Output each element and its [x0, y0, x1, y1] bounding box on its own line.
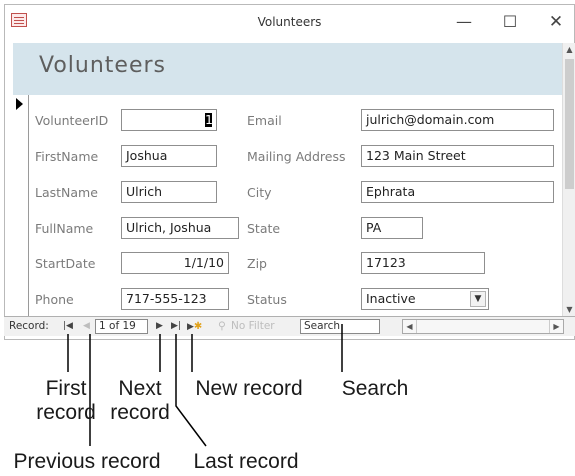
record-selector[interactable] [13, 95, 29, 317]
horizontal-scrollbar[interactable]: ◀ ▶ [402, 319, 564, 334]
status-dropdown[interactable]: Inactive ▼ [361, 288, 489, 310]
state-label: State [247, 221, 281, 236]
state-field[interactable]: PA [361, 217, 423, 239]
scroll-up-arrow-icon[interactable]: ▲ [563, 43, 575, 57]
maximize-button[interactable]: ☐ [495, 11, 525, 33]
zip-field[interactable]: 17123 [361, 252, 485, 274]
city-field[interactable]: Ephrata [361, 181, 554, 203]
email-field[interactable]: julrich@domain.com [361, 109, 554, 131]
full-name-field[interactable]: Ulrich, Joshua [121, 217, 239, 239]
new-record-icon[interactable]: ▶✱ [187, 317, 202, 336]
start-date-label: StartDate [35, 256, 96, 271]
form-header: Volunteers [13, 43, 564, 95]
vertical-scrollbar[interactable]: ▲ ▼ [562, 43, 575, 317]
first-record-caption: First record [28, 377, 104, 425]
record-navigation-bar: Record: |◀ ◀ 1 of 19 ▶ ▶| ▶✱ ⚲ No Filter… [4, 316, 575, 336]
last-name-field[interactable]: Ulrich [121, 181, 217, 203]
current-record-arrow-icon [16, 98, 23, 110]
volunteers-form-window: Volunteers — ☐ ✕ Volunteers ▲ ▼ Voluntee… [4, 4, 575, 340]
close-button[interactable]: ✕ [541, 11, 571, 33]
start-date-field[interactable]: 1/1/10 [121, 252, 229, 274]
scroll-left-arrow-icon[interactable]: ◀ [403, 320, 417, 333]
previous-record-caption: Previous record [13, 450, 161, 473]
previous-record-icon[interactable]: ◀ [83, 317, 90, 336]
form-title: Volunteers [39, 53, 167, 78]
filter-icon[interactable]: ⚲ [218, 317, 226, 336]
next-record-caption: Next record [102, 377, 178, 425]
chevron-down-icon[interactable]: ▼ [470, 291, 486, 307]
current-record-field[interactable]: 1 of 19 [95, 319, 148, 334]
status-label: Status [247, 292, 287, 307]
first-record-icon[interactable]: |◀ [63, 317, 73, 336]
volunteer-id-label: VolunteerID [35, 113, 109, 128]
phone-field[interactable]: 717-555-123 [121, 288, 229, 310]
city-label: City [247, 185, 272, 200]
search-box[interactable]: Search [300, 319, 380, 334]
next-record-caption-line2: record [110, 401, 170, 424]
no-filter-button[interactable]: No Filter [231, 317, 275, 336]
window-title: Volunteers [257, 15, 322, 29]
volunteer-id-field[interactable]: 1 [121, 109, 217, 131]
first-record-caption-line2: record [36, 401, 96, 424]
mailing-address-field[interactable]: 123 Main Street [361, 145, 554, 167]
title-bar: Volunteers — ☐ ✕ [5, 5, 574, 41]
first-name-label: FirstName [35, 149, 99, 164]
full-name-label: FullName [35, 221, 94, 236]
last-record-caption: Last record [193, 450, 299, 473]
status-value: Inactive [366, 291, 416, 306]
last-name-label: LastName [35, 185, 98, 200]
email-label: Email [247, 113, 282, 128]
first-record-caption-line1: First [45, 377, 87, 400]
next-record-caption-line1: Next [118, 377, 162, 400]
minimize-button[interactable]: — [449, 11, 479, 33]
next-record-icon[interactable]: ▶ [156, 317, 163, 336]
scroll-thumb[interactable] [565, 59, 574, 189]
search-caption: Search [341, 377, 409, 400]
new-record-caption: New record [195, 377, 303, 400]
first-name-field[interactable]: Joshua [121, 145, 217, 167]
last-record-icon[interactable]: ▶| [171, 317, 181, 336]
record-label: Record: [9, 320, 49, 332]
phone-label: Phone [35, 292, 74, 307]
zip-label: Zip [247, 256, 267, 271]
scroll-down-arrow-icon[interactable]: ▼ [563, 303, 575, 317]
mailing-address-label: Mailing Address [247, 149, 346, 164]
scroll-right-arrow-icon[interactable]: ▶ [549, 320, 563, 333]
